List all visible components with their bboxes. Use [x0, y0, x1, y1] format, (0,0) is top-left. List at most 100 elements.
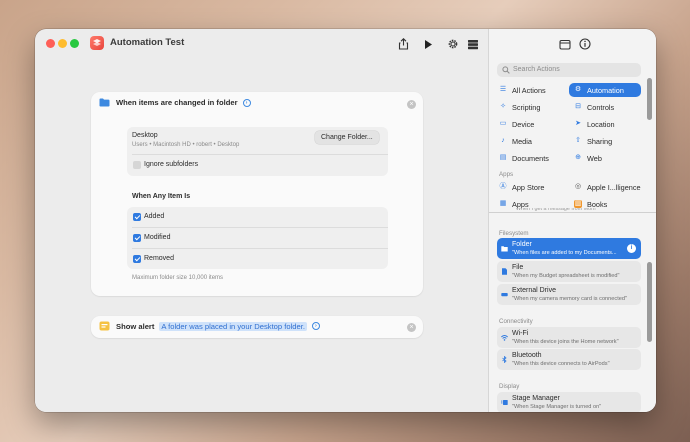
- settings-button[interactable]: [445, 36, 461, 52]
- removed-label: Removed: [144, 255, 174, 262]
- search-icon: [502, 66, 510, 74]
- action-row: Show alert A folder was placed in your D…: [99, 321, 320, 331]
- media-icon: ♪: [501, 137, 505, 144]
- removed-checkbox[interactable]: [133, 255, 141, 263]
- close-window-button[interactable]: [46, 39, 55, 48]
- title-bar: Automation Test: [35, 29, 488, 57]
- category-device[interactable]: ▭ Device: [499, 117, 569, 131]
- controls-icon: ⊟: [575, 103, 581, 110]
- device-icon: ▭: [499, 120, 507, 127]
- trigger-item-wifi[interactable]: Wi-Fi "When this device joins the Home n…: [497, 327, 641, 348]
- automation-icon: ⚙: [574, 86, 582, 93]
- category-media[interactable]: ♪ Media: [499, 134, 569, 148]
- category-location[interactable]: ➤ Location: [569, 117, 641, 131]
- minimize-window-button[interactable]: [58, 39, 67, 48]
- category-documents[interactable]: ▤ Documents: [499, 151, 569, 165]
- display-section-heading: Display: [499, 383, 520, 390]
- app-store-icon: Ⓐ: [499, 183, 507, 190]
- alert-message-token[interactable]: A folder was placed in your Desktop fold…: [159, 321, 307, 331]
- apps-icon: ▦: [499, 200, 507, 207]
- app-item-apple-intelligence[interactable]: ◎ Apple I...lligence: [569, 180, 643, 194]
- location-icon: ➤: [575, 120, 581, 127]
- trigger-item-file[interactable]: File "When my Budget spreadsheet is modi…: [497, 261, 641, 282]
- zoom-window-button[interactable]: [70, 39, 79, 48]
- filesystem-section-heading: Filesystem: [499, 230, 529, 237]
- sidebar-info-button[interactable]: [577, 36, 593, 52]
- divider: [132, 227, 388, 228]
- bluetooth-icon: [502, 356, 507, 363]
- web-icon: ⊕: [575, 154, 581, 161]
- search-actions-field[interactable]: Search Actions: [497, 63, 641, 77]
- connectivity-section-heading: Connectivity: [499, 318, 533, 325]
- sidebar-library-toggle[interactable]: [557, 36, 573, 52]
- change-folder-button[interactable]: Change Folder...: [315, 131, 379, 144]
- trigger-info-button[interactable]: ›: [242, 98, 251, 107]
- gear-icon: [448, 39, 458, 49]
- stage-manager-icon: [501, 400, 508, 405]
- folder-info-button[interactable]: i: [627, 244, 636, 253]
- list-icon: ☰: [499, 86, 507, 93]
- actions-sidebar: Search Actions ☰ All Actions ⚙ Automation …: [488, 29, 656, 412]
- remove-action-button[interactable]: ×: [407, 322, 416, 332]
- trigger-title: When items are changed in folder: [116, 98, 238, 107]
- library-button[interactable]: [465, 36, 481, 52]
- modified-checkbox[interactable]: [133, 234, 141, 242]
- shortcut-editor: When items are changed in folder › × Des…: [35, 57, 488, 412]
- remove-trigger-button[interactable]: ×: [407, 100, 416, 109]
- category-sharing[interactable]: ⇧ Sharing: [569, 134, 641, 148]
- sidebar-library-icon: [559, 39, 571, 50]
- actions-scrollbar[interactable]: [647, 262, 652, 342]
- books-icon: ▥: [574, 200, 582, 208]
- peek-item-subtitle: "When I get a message from Mom": [514, 208, 598, 212]
- folder-icon: [501, 246, 508, 252]
- added-checkbox[interactable]: [133, 213, 141, 221]
- folder-name: Desktop: [132, 132, 158, 139]
- library-icon: [468, 39, 478, 49]
- external-drive-icon: [501, 293, 508, 297]
- alert-icon: [99, 321, 110, 331]
- app-item-app-store[interactable]: Ⓐ App Store: [499, 180, 569, 194]
- search-placeholder: Search Actions: [513, 66, 560, 73]
- folder-trigger-card: When items are changed in folder › × Des…: [91, 92, 423, 296]
- folder-path: Users • Macintosh HD • robert • Desktop: [132, 142, 240, 148]
- ignore-subfolders-label: Ignore subfolders: [144, 161, 199, 168]
- divider: [132, 154, 388, 155]
- file-icon: [502, 268, 507, 275]
- modified-label: Modified: [144, 234, 171, 241]
- category-automation[interactable]: ⚙ Automation: [569, 83, 641, 97]
- trigger-header: When items are changed in folder ›: [99, 98, 251, 107]
- divider: [132, 248, 388, 249]
- folder-selection-box: Desktop Users • Macintosh HD • robert • …: [127, 127, 388, 176]
- action-info-button[interactable]: ›: [311, 322, 320, 330]
- apps-section-heading: Apps: [499, 171, 514, 178]
- category-controls[interactable]: ⊟ Controls: [569, 100, 641, 114]
- trigger-item-external-drive[interactable]: External Drive "When my camera memory ca…: [497, 284, 641, 305]
- play-icon: [425, 39, 432, 49]
- trigger-item-folder[interactable]: Folder "When files are added to my Docum…: [497, 238, 641, 259]
- item-events-box: Added Modified Removed: [127, 207, 388, 269]
- added-label: Added: [144, 213, 165, 220]
- share-icon: [398, 38, 408, 50]
- scripting-icon: ✧: [500, 103, 506, 110]
- sharing-icon: ⇧: [575, 137, 581, 144]
- documents-icon: ▤: [499, 154, 507, 161]
- folder-icon: [99, 98, 110, 107]
- show-alert-action-card[interactable]: Show alert A folder was placed in your D…: [91, 316, 423, 338]
- window-title: Automation Test: [110, 37, 185, 48]
- wifi-icon: [501, 335, 508, 341]
- ignore-subfolders-checkbox[interactable]: [133, 161, 141, 169]
- run-button[interactable]: [420, 36, 436, 52]
- trigger-item-stage-manager[interactable]: Stage Manager "When Stage Manager is tur…: [497, 392, 641, 412]
- share-button[interactable]: [395, 36, 411, 52]
- trigger-item-bluetooth[interactable]: Bluetooth "When this device connects to …: [497, 349, 641, 370]
- when-any-item-is-label: When Any Item Is: [132, 193, 191, 200]
- shortcuts-app-icon: [90, 36, 104, 50]
- max-folder-size-note: Maximum folder size 10,000 items: [132, 275, 224, 281]
- info-icon: [579, 38, 591, 50]
- category-all-actions[interactable]: ☰ All Actions: [499, 83, 569, 97]
- category-web[interactable]: ⊕ Web: [569, 151, 641, 165]
- action-label: Show alert: [116, 321, 155, 331]
- categories-scrollbar[interactable]: [647, 78, 652, 120]
- category-scripting[interactable]: ✧ Scripting: [499, 100, 569, 114]
- shortcuts-window: Automation Test When items are changed i…: [35, 29, 656, 412]
